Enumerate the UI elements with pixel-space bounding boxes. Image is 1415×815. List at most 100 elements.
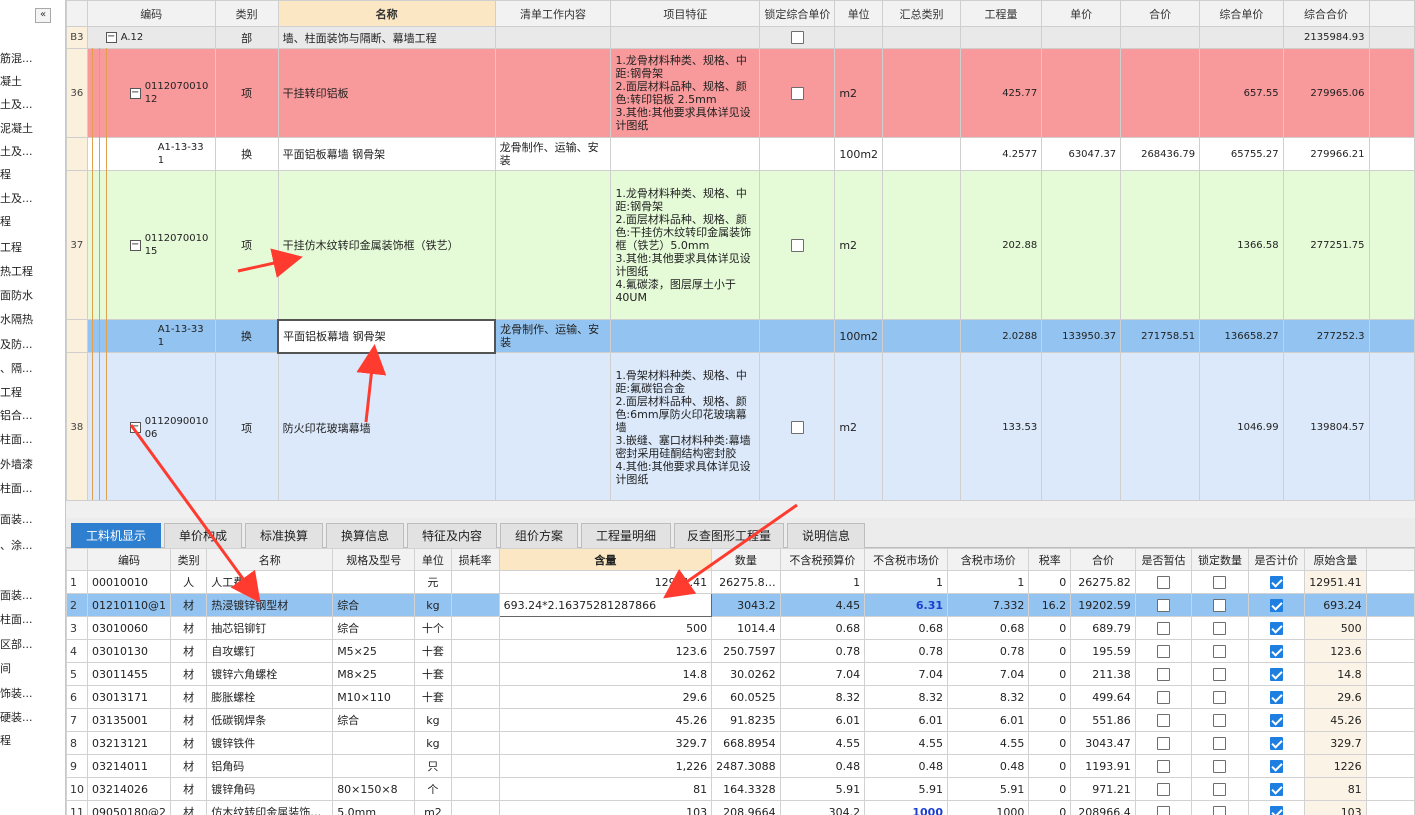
- estimate-checkbox[interactable]: [1156, 667, 1170, 681]
- sidebar-item[interactable]: 饰装...: [0, 683, 65, 705]
- lock-checkbox-cell[interactable]: [1191, 708, 1249, 732]
- est-checkbox-cell[interactable]: [1134, 685, 1193, 709]
- priced-checkbox[interactable]: [1269, 736, 1283, 750]
- content-amount[interactable]: 45.26: [498, 708, 713, 732]
- sidebar-item[interactable]: 凝土: [0, 71, 65, 93]
- sidebar-item[interactable]: 程: [0, 730, 65, 752]
- sidebar-item[interactable]: 土及...: [0, 141, 65, 163]
- table-row-selected[interactable]: 2 01210110@1 材热浸镀锌钢型材 综合 kg 693.24*2.16375281…: [66, 593, 1415, 617]
- tab-pricing-scheme[interactable]: 组价方案: [500, 523, 578, 548]
- header-loss-rate[interactable]: 损耗率: [450, 548, 500, 571]
- priced-checkbox[interactable]: [1269, 667, 1283, 681]
- sidebar-item[interactable]: 硬装...: [0, 707, 65, 729]
- sidebar-item[interactable]: 程: [0, 211, 65, 233]
- header-spec[interactable]: 规格及型号: [332, 548, 416, 571]
- est-checkbox-cell[interactable]: [1134, 754, 1193, 778]
- estimate-checkbox[interactable]: [1156, 805, 1170, 815]
- row-name[interactable]: 平面铝板幕墙 钢骨架: [277, 137, 496, 171]
- row-name[interactable]: 墙、柱面装饰与隔断、幕墙工程: [277, 26, 496, 49]
- lock-checkbox[interactable]: [790, 421, 804, 435]
- sidebar-item[interactable]: 筋混...: [0, 48, 65, 70]
- sidebar-item[interactable]: 热工程: [0, 261, 65, 283]
- header-lock-quantity[interactable]: 锁定数量: [1191, 548, 1249, 571]
- est-checkbox-cell[interactable]: [1134, 800, 1193, 815]
- sidebar-item[interactable]: 工程: [0, 237, 65, 259]
- header-type[interactable]: 类别: [169, 548, 208, 571]
- lock-quantity-checkbox[interactable]: [1213, 667, 1227, 681]
- content-amount[interactable]: 123.6: [498, 639, 713, 663]
- sidebar-item[interactable]: 柱面...: [0, 429, 65, 451]
- est-checkbox-cell[interactable]: [1134, 777, 1193, 801]
- content-amount[interactable]: 693.24*2.16375281287866: [498, 593, 713, 617]
- tab-quantity-detail[interactable]: 工程量明细: [581, 523, 671, 548]
- priced-checkbox[interactable]: [1269, 644, 1283, 658]
- sidebar-item[interactable]: 程: [0, 164, 65, 186]
- table-row[interactable]: 1 00010010 人人工费元 12951.41 26275.8… 1 1 1 0 26275.…: [66, 570, 1415, 594]
- sidebar-item[interactable]: 区部...: [0, 634, 65, 656]
- table-row[interactable]: 5 03011455 材镀锌六角螺栓 M8×25 十套 14.8 30.0262 7.04 7.…: [66, 662, 1415, 686]
- row-name-editing[interactable]: 平面铝板幕墙 钢骨架: [277, 318, 497, 354]
- sidebar-item[interactable]: 柱面...: [0, 609, 65, 631]
- estimate-checkbox[interactable]: [1156, 759, 1170, 773]
- content-amount[interactable]: 329.7: [498, 731, 713, 755]
- calc-checkbox-cell[interactable]: [1247, 777, 1306, 801]
- est-checkbox-cell[interactable]: [1134, 662, 1193, 686]
- priced-checkbox[interactable]: [1269, 575, 1283, 589]
- lock-checkbox[interactable]: [790, 238, 804, 252]
- lock-checkbox-cell[interactable]: [1191, 800, 1249, 815]
- est-checkbox-cell[interactable]: [1134, 593, 1193, 617]
- lock-checkbox-cell[interactable]: [1191, 616, 1249, 640]
- header-total[interactable]: 合价: [1120, 0, 1201, 27]
- content-amount[interactable]: 81: [498, 777, 713, 801]
- tab-reverse-graphic-quantity[interactable]: 反查图形工程量: [674, 523, 784, 548]
- sidebar-item[interactable]: 面防水: [0, 285, 65, 307]
- lock-checkbox-cell[interactable]: [1191, 662, 1249, 686]
- header-name[interactable]: 名称: [206, 548, 334, 571]
- calc-checkbox-cell[interactable]: [1247, 800, 1306, 815]
- table-row[interactable]: 37 −011207001015 项 干挂仿木纹转印金属装饰框（铁艺） 1.龙骨…: [66, 170, 1415, 320]
- sidebar-item[interactable]: 外墙漆: [0, 454, 65, 476]
- est-checkbox-cell[interactable]: [1134, 616, 1193, 640]
- header-tax-rate[interactable]: 税率: [1028, 548, 1072, 571]
- est-checkbox-cell[interactable]: [1134, 731, 1193, 755]
- sidebar-item[interactable]: 及防...: [0, 334, 65, 356]
- sidebar-item[interactable]: 工程: [0, 382, 65, 404]
- row-lock-checkbox-cell[interactable]: [759, 26, 836, 49]
- lock-quantity-checkbox[interactable]: [1213, 690, 1227, 704]
- table-row[interactable]: 7 03135001 材低碳钢焊条 综合 kg 45.26 91.8235 6.01 6.01 6…: [66, 708, 1415, 732]
- header-is-estimate[interactable]: 是否暂估: [1134, 548, 1193, 571]
- header-composite-total[interactable]: 综合合价: [1282, 0, 1370, 27]
- priced-checkbox[interactable]: [1269, 713, 1283, 727]
- row-name[interactable]: 防火印花玻璃幕墙: [277, 352, 496, 500]
- table-row[interactable]: 3 03010060 材抽芯铝铆钉 综合 十个 500 1014.4 0.68 0.68 0.68…: [66, 616, 1415, 640]
- sidebar-item[interactable]: 面装...: [0, 509, 65, 531]
- calc-checkbox-cell[interactable]: [1247, 731, 1306, 755]
- tab-unit-price-composition[interactable]: 单价构成: [164, 523, 242, 548]
- collapse-tree-icon[interactable]: −: [129, 422, 141, 433]
- content-amount[interactable]: 12951.41: [498, 570, 713, 594]
- sidebar-item[interactable]: 、隔...: [0, 358, 65, 380]
- content-amount[interactable]: 29.6: [498, 685, 713, 709]
- calc-checkbox-cell[interactable]: [1247, 685, 1306, 709]
- calc-checkbox-cell[interactable]: [1247, 639, 1306, 663]
- table-row[interactable]: 36 −011207001012 项 干挂转印铝板 1.龙骨材料种类、规格、中距…: [66, 48, 1415, 138]
- lock-quantity-checkbox[interactable]: [1213, 805, 1227, 815]
- sidebar-item[interactable]: 土及...: [0, 94, 65, 116]
- header-quantity[interactable]: 工程量: [959, 0, 1043, 27]
- lock-checkbox-cell[interactable]: [1191, 570, 1249, 594]
- priced-checkbox[interactable]: [1269, 690, 1283, 704]
- estimate-checkbox[interactable]: [1156, 598, 1170, 612]
- est-checkbox-cell[interactable]: [1134, 708, 1193, 732]
- table-row-selected[interactable]: A1-13-331 换 平面铝板幕墙 钢骨架 龙骨制作、运输、安装 100m2 …: [66, 318, 1415, 354]
- priced-checkbox[interactable]: [1269, 759, 1283, 773]
- table-row[interactable]: 10 03214026 材镀锌角码 80×150×8 个 81 164.3328 5.91 5.…: [66, 777, 1415, 801]
- est-checkbox-cell[interactable]: [1134, 570, 1193, 594]
- collapse-sidebar-button[interactable]: «: [35, 8, 51, 23]
- sidebar-item[interactable]: 间: [0, 658, 65, 680]
- header-quantity[interactable]: 数量: [711, 548, 781, 571]
- lock-quantity-checkbox[interactable]: [1213, 759, 1227, 773]
- table-row[interactable]: 4 03010130 材自攻螺钉 M5×25 十套 123.6 250.7597 0.78 0.…: [66, 639, 1415, 663]
- estimate-checkbox[interactable]: [1156, 644, 1170, 658]
- priced-checkbox[interactable]: [1269, 805, 1283, 815]
- header-budget-price[interactable]: 不含税预算价: [779, 548, 866, 571]
